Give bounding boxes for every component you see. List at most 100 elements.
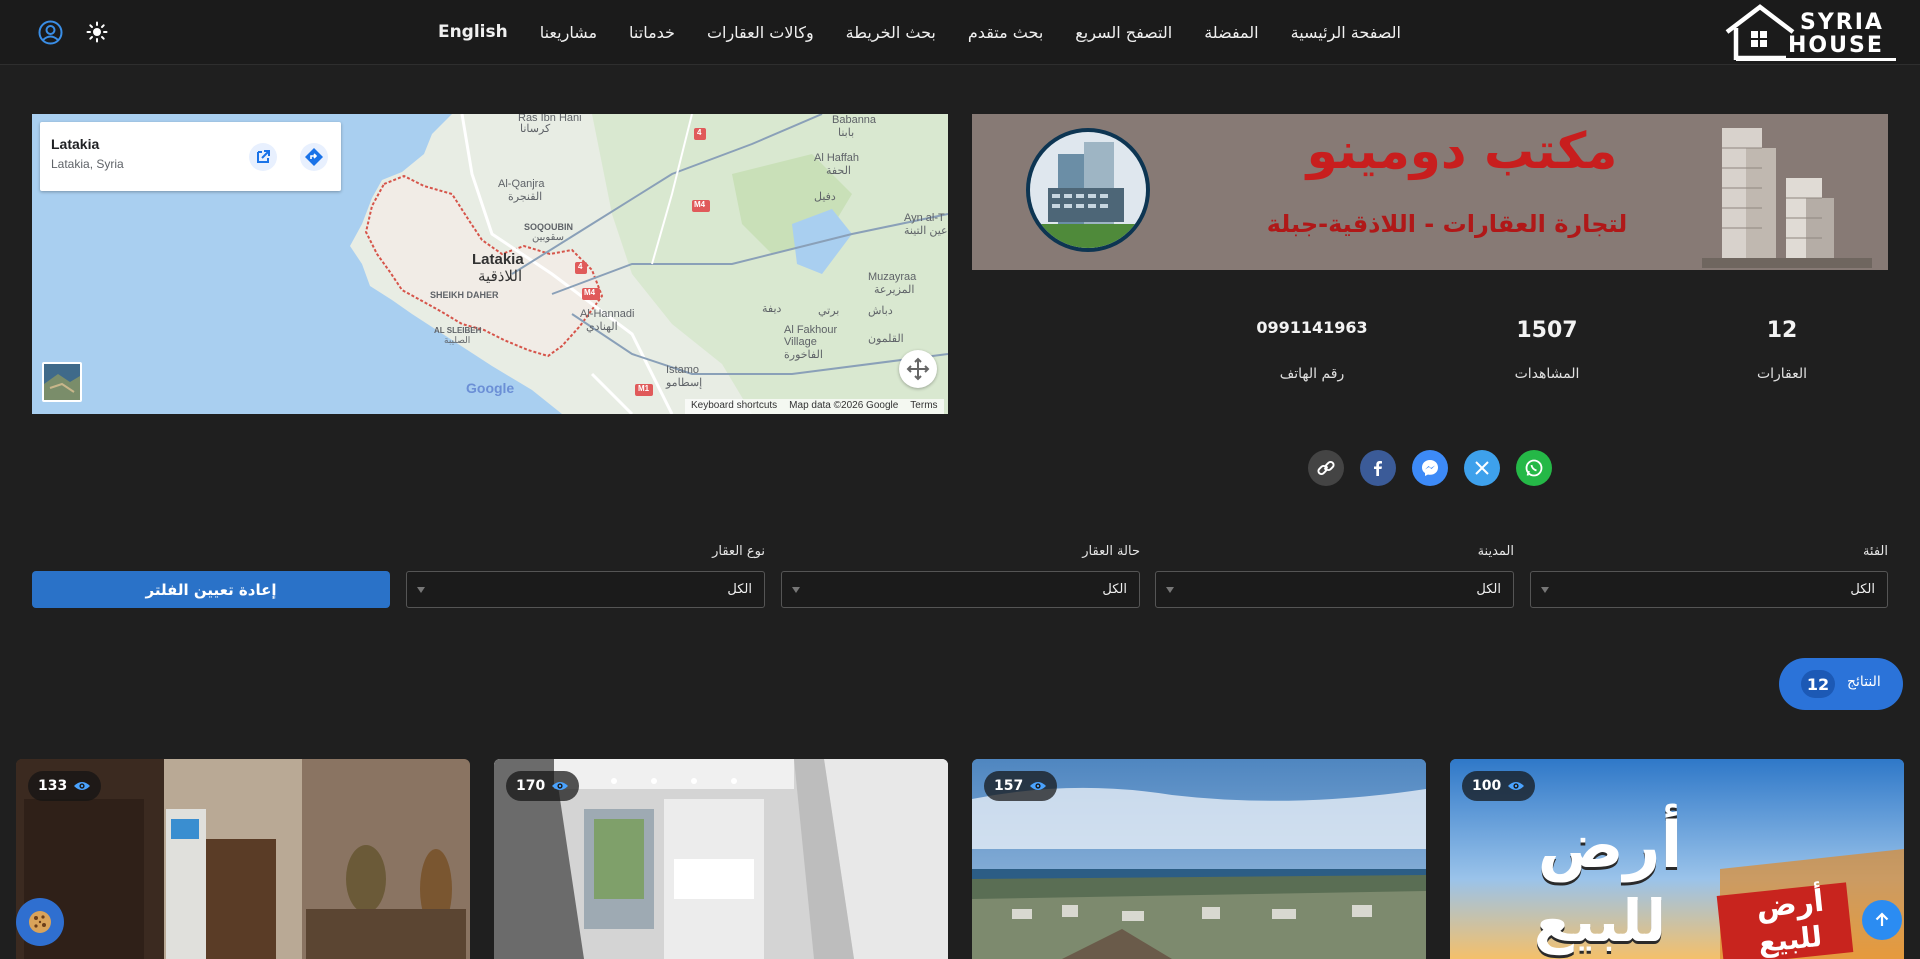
map-label-istamo-ar: إسطامو [666,377,703,389]
property-card[interactable]: 157 [972,759,1426,959]
filter-city-select[interactable]: الكل [1155,571,1514,608]
banner-title: مكتب دومينو [1306,122,1618,180]
map-satellite-toggle[interactable] [42,362,82,402]
directions-icon[interactable] [300,143,328,171]
land-for-sale-heading-1: أرض [1537,809,1683,883]
map-shield-m4a: M4 [694,200,706,209]
map-label-qanjra: Al-Qanjra [498,178,545,190]
filter-category-label: الفئة [1862,544,1888,559]
nav-advanced-search[interactable]: بحث متقدم [968,23,1043,42]
map-label-qalamoun: القلمون [868,333,904,345]
map-label-soqubin-ar: سقوبين [532,232,565,243]
arrow-up-icon [1875,912,1889,926]
results-count-badge: 12 [1801,670,1835,698]
results-label: النتائج [1847,674,1881,690]
eye-icon [1030,782,1047,790]
map-label-hannadi-ar: الهنادي [586,321,618,333]
map-label-hannadi: Al-Hannadi [580,308,635,320]
filter-type-value: الكل [727,582,752,597]
property-card[interactable]: 170 [494,759,948,959]
map-label-muzayraa: Muzayraa [868,271,917,283]
map-label-barti: برتي [818,305,840,317]
nav-quick-browse[interactable]: التصفح السريع [1075,23,1172,42]
map-label-sleibeh: AL SLEIBEH [434,326,482,335]
map-label-sheikh: SHEIKH DAHER [430,290,499,300]
map-shield-4b: 4 [578,262,583,271]
map-terms-link[interactable]: Terms [910,400,937,413]
map-attribution: Keyboard shortcuts Map data ©2026 Google… [685,399,944,414]
stat-properties-label: العقارات [1756,366,1808,382]
stat-views-value: 1507 [1516,318,1578,343]
cookie-settings-button[interactable] [16,898,64,946]
share-copy-link-button[interactable] [1308,450,1344,486]
map-label-babanna-ar: بابنا [838,127,855,139]
filter-city-value: الكل [1476,582,1501,597]
nav-favorites[interactable]: المفضلة [1204,23,1258,42]
map-shield-m1: M1 [638,384,650,393]
property-card[interactable]: 133 [16,759,470,959]
map-label-fakhour-village: Village [784,336,817,348]
map-label-istamo: Istamo [666,364,700,376]
map-label-daqil: دفيل [814,191,836,203]
map-label-fakhour-ar: الفاخورة [784,349,823,361]
views-count: 170 [516,778,546,794]
open-in-maps-icon[interactable] [249,143,277,171]
x-icon [1475,461,1489,475]
banner-building-badge [1026,128,1150,252]
map-shield-m4b: M4 [584,288,596,297]
map-label-dafna: ديفة [762,303,782,315]
chevron-down-icon [1166,587,1174,593]
views-count: 100 [1472,778,1502,794]
banner-towers-image [1702,128,1872,268]
messenger-icon [1422,460,1438,476]
nav-services[interactable]: خدماتنا [629,23,675,42]
share-whatsapp-button[interactable] [1516,450,1552,486]
map-fullscreen-icon[interactable] [899,350,937,388]
views-badge: 170 [506,771,580,801]
site-logo[interactable]: SYRIA HOUSE [1724,4,1899,62]
map-label-kirsana: كرسانا [520,123,551,135]
facebook-icon [1374,461,1382,476]
map-embed[interactable]: Ras Ibn Hani كرسانا Babanna بابنا Al Haf… [32,114,948,414]
views-badge: 133 [28,771,102,801]
map-shield-4a: 4 [697,128,702,137]
user-circle-icon[interactable] [38,20,63,45]
whatsapp-icon [1525,459,1543,477]
nav-map-search[interactable]: بحث الخريطة [846,23,936,42]
views-badge: 100 [1462,771,1536,801]
views-badge: 157 [984,771,1058,801]
property-card[interactable]: أرض للبيع أرض للبيع 100 [1450,759,1904,959]
map-label-muzayraa-ar: المزيرعة [874,284,915,296]
nav-links: الصفحة الرئيسية المفضلة التصفح السريع بح… [438,18,1401,46]
share-x-button[interactable] [1464,450,1500,486]
eye-icon [552,782,569,790]
map-place-subtitle: Latakia, Syria [51,157,124,171]
nav-agencies[interactable]: وكالات العقارات [707,23,814,42]
filter-type-label: نوع العقار [712,544,765,559]
logo-text-line1: SYRIA [1800,10,1884,35]
views-count: 157 [994,778,1024,794]
map-label-soqubin: SOQOUBIN [524,222,574,232]
sun-icon[interactable] [86,21,108,43]
reset-filter-button[interactable]: إعادة تعيين الفلتر [32,571,390,608]
chevron-down-icon [1541,587,1549,593]
map-label-fakhour: Al Fakhour [784,324,838,336]
cookie-icon [29,911,51,933]
map-label-dabash: دباش [868,305,893,317]
nav-projects[interactable]: مشاريعنا [540,23,597,42]
filter-category-select[interactable]: الكل [1530,571,1888,608]
nav-language-toggle[interactable]: English [438,22,508,42]
nav-home[interactable]: الصفحة الرئيسية [1291,23,1401,42]
map-label-latakia: Latakia [472,251,524,268]
share-messenger-button[interactable] [1412,450,1448,486]
keyboard-shortcuts-link[interactable]: Keyboard shortcuts [691,400,777,413]
share-facebook-button[interactable] [1360,450,1396,486]
map-label-babanna: Babanna [832,114,877,126]
chevron-down-icon [792,587,800,593]
filter-type-select[interactable]: الكل [406,571,765,608]
scroll-to-top-button[interactable] [1862,900,1902,940]
stat-phone-value[interactable]: 0991141963 [1232,318,1392,337]
map-place-card: Latakia Latakia, Syria [40,122,341,191]
top-navbar: الصفحة الرئيسية المفضلة التصفح السريع بح… [0,0,1920,65]
filter-status-select[interactable]: الكل [781,571,1140,608]
